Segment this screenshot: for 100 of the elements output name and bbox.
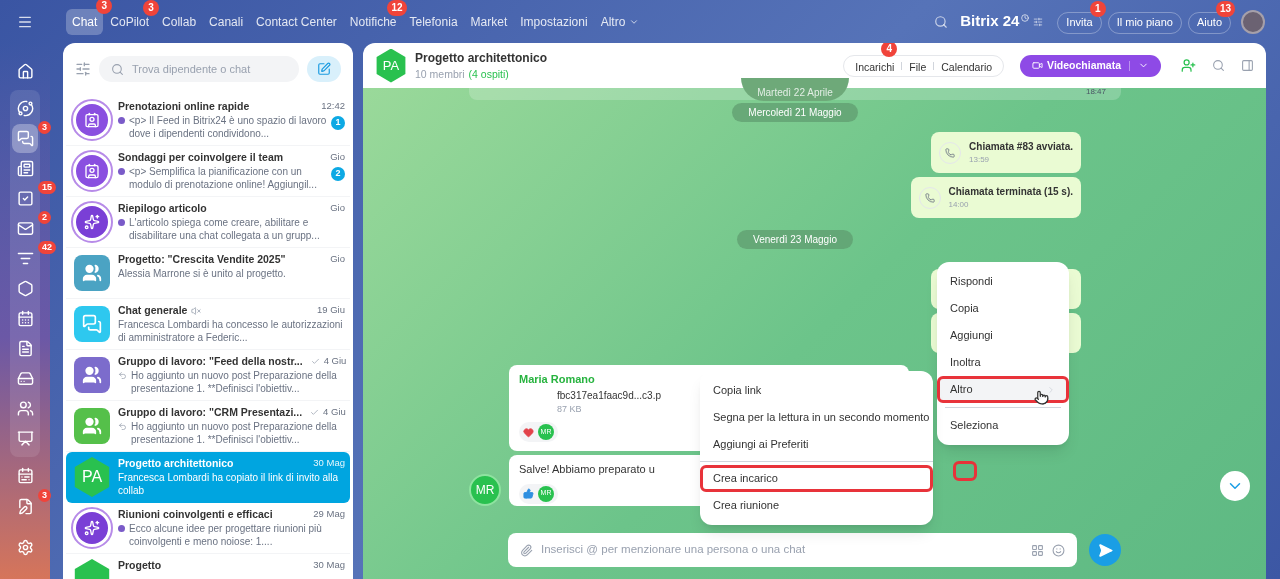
nav-tab[interactable]: Contact Center [250, 8, 343, 35]
presentation-icon [16, 430, 34, 447]
avatar-icon [71, 150, 113, 192]
count-badge: 3 [143, 0, 160, 16]
chat-list-item[interactable]: Progetto 30 Mag [66, 554, 350, 579]
chat-time: 30 Mag [313, 558, 345, 573]
message-input[interactable]: Inserisci @ per menzionare una persona o una chat [541, 541, 1023, 559]
new-chat-button[interactable] [307, 56, 341, 82]
unread-count-badge: 1 [331, 116, 345, 130]
calendar-icon [16, 310, 34, 327]
search-icon [111, 62, 124, 76]
sliders-icon[interactable] [1033, 16, 1044, 27]
chat-preview: Alessia Marrone si è unito al progetto. [118, 267, 287, 280]
pen-document-icon [16, 498, 34, 515]
avatar-icon [71, 99, 113, 141]
nav-tab[interactable]: Market [464, 8, 514, 35]
menu-item[interactable]: Copia link [700, 377, 933, 404]
count-badge: 13 [1215, 1, 1235, 18]
sidebar-item[interactable] [12, 124, 38, 153]
chat-title: Progetto: "Crescita Vendite 2025" [118, 252, 286, 267]
search-field[interactable]: Trova dipendente o chat [132, 60, 287, 78]
chat-list-item[interactable]: Riepilogo articolo Gio L'articolo spiega come creare, abilitare e disabilitare una chat collegata a un grupp... [66, 197, 350, 248]
author-name: Maria Romano [519, 372, 596, 387]
hexagon-icon [16, 280, 34, 297]
menu-item[interactable]: Copia [937, 295, 1069, 322]
count-badge: 2 [38, 211, 51, 224]
menu-item[interactable]: Aggiungi ai Preferiti [700, 431, 933, 458]
filter-icon [16, 250, 34, 267]
chat-bubbles-icon [16, 130, 34, 147]
chat-avatar-icon [74, 306, 110, 342]
thumbs-up-icon [523, 488, 534, 499]
chat-list-item[interactable]: Chat generale 19 Giu Francesca Lombardi ha concesso le autorizzazioni di amministratore a Federic... [66, 299, 350, 350]
chat-time: 30 Mag [313, 456, 345, 471]
people-icon [16, 400, 34, 417]
chat-preview: Ecco alcune idee per progettare riunioni più coinvolgenti e meno noiose: 1.... [129, 522, 323, 548]
search-bar[interactable]: Trova dipendente o chat [99, 56, 299, 82]
menu-item[interactable]: Crea incarico [700, 465, 933, 492]
profile-avatar[interactable] [1241, 9, 1265, 34]
hexagon-avatar: PA [72, 457, 112, 497]
add-user-icon[interactable] [1181, 58, 1196, 73]
settings-icon [16, 539, 34, 556]
grid-icon[interactable] [1031, 543, 1044, 557]
video-call-button[interactable]: Videochiamata [1020, 54, 1161, 77]
nav-tab[interactable]: Altro [594, 8, 646, 35]
chat-list-item[interactable]: Riunioni coinvolgenti e efficaci 29 Mag Ecco alcune idee per progettare riunioni più coinvolgenti e meno noiose: 1.... [66, 503, 350, 554]
nav-tab[interactable]: Canali [203, 8, 250, 35]
chat-avatar: PA [375, 48, 407, 83]
menu-item[interactable]: Crea riunione [700, 492, 933, 519]
heart-icon [523, 426, 534, 438]
chat-preview: Ho aggiunto un nuovo post Preparazione della presentazione 1. **Definisci l'obiettiv... [131, 420, 338, 446]
menu-item[interactable]: Seleziona [937, 412, 1069, 439]
view-tab[interactable]: File [902, 59, 934, 76]
menu-item[interactable]: Segna per la lettura in un secondo momento [700, 404, 933, 431]
search-icon[interactable] [1212, 59, 1225, 72]
reply-arrow-icon [118, 371, 127, 380]
message-text: Salve! Abbiamo preparato u [519, 462, 655, 477]
muted-speaker-icon [191, 305, 202, 316]
hand-cursor-icon [1034, 390, 1049, 405]
author-avatar: MR [469, 474, 501, 506]
avatar-icon [71, 507, 113, 549]
nav-tab[interactable]: Impostazioni [514, 8, 594, 35]
chat-list-item[interactable]: Gruppo di lavoro: "Feed della nostr... 4 Giu Ho aggiunto un nuovo post Preparazione della presentazione 1. **Definisci l'obiettiv... [66, 350, 350, 401]
clock-icon [1021, 13, 1030, 22]
chat-title: Progetto architettonico [118, 456, 234, 471]
search-icon[interactable] [934, 14, 949, 29]
drive-icon [16, 370, 34, 387]
chat-list-item[interactable]: Prenotazioni online rapide 12:42 <p> Il Feed in Bitrix24 è uno spazio di lavoro dove i dipendenti condividono... 1 [66, 95, 350, 146]
chat-time: 19 Giu [317, 303, 345, 318]
chat-preview: <p> Il Feed in Bitrix24 è uno spazio di lavoro dove i dipendenti condividono... [129, 114, 327, 140]
file-size: 87 KB [557, 402, 583, 416]
scroll-down-button[interactable] [1220, 471, 1250, 501]
menu-item[interactable]: Inoltra [937, 349, 1069, 376]
chat-time: Gio [330, 201, 345, 216]
date-pill: Venerdì 23 Maggio [737, 230, 853, 249]
nav-tab[interactable]: Chat [66, 8, 104, 35]
message-time: 14:00 [948, 199, 970, 211]
chat-list-item[interactable]: Progetto: "Crescita Vendite 2025" Gio Alessia Marrone si è unito al progetto. [66, 248, 350, 299]
view-tab[interactable]: Calendario [934, 59, 1000, 76]
menu-item[interactable]: Aggiungi [937, 322, 1069, 349]
smiley-icon[interactable] [1052, 543, 1065, 557]
message-text: Chiamata terminata (15 s). [948, 185, 1073, 199]
composer-bar[interactable]: Inserisci @ per menzionare una persona o una chat [508, 533, 1077, 567]
message-menu-button[interactable] [953, 461, 977, 481]
house-icon [16, 63, 34, 80]
avatar-icon [71, 201, 113, 243]
menu-item[interactable]: Rispondi [937, 268, 1069, 295]
chat-list-item[interactable]: Sondaggi per coinvolgere il team Gio <p> Semplifica la pianificazione con un modulo di prenotazione online! Aggiungil... 2 [66, 146, 350, 197]
orbit-icon [16, 100, 34, 117]
date-pill: Martedì 22 Aprile [741, 78, 849, 101]
message-time: 13:59 [969, 154, 991, 166]
chat-time: 4 Giu [323, 405, 346, 420]
send-button[interactable] [1089, 534, 1121, 566]
message-time: 18:47 [1085, 86, 1106, 98]
filter-settings-icon[interactable] [75, 61, 91, 77]
count-badge: 3 [38, 489, 51, 502]
menu-item[interactable]: Altro [937, 376, 1069, 403]
view-tab[interactable]: Incarichi [848, 59, 902, 76]
count-badge: 4 [881, 43, 898, 57]
paperclip-icon[interactable] [520, 543, 533, 557]
side-panel-icon[interactable] [1241, 59, 1254, 72]
